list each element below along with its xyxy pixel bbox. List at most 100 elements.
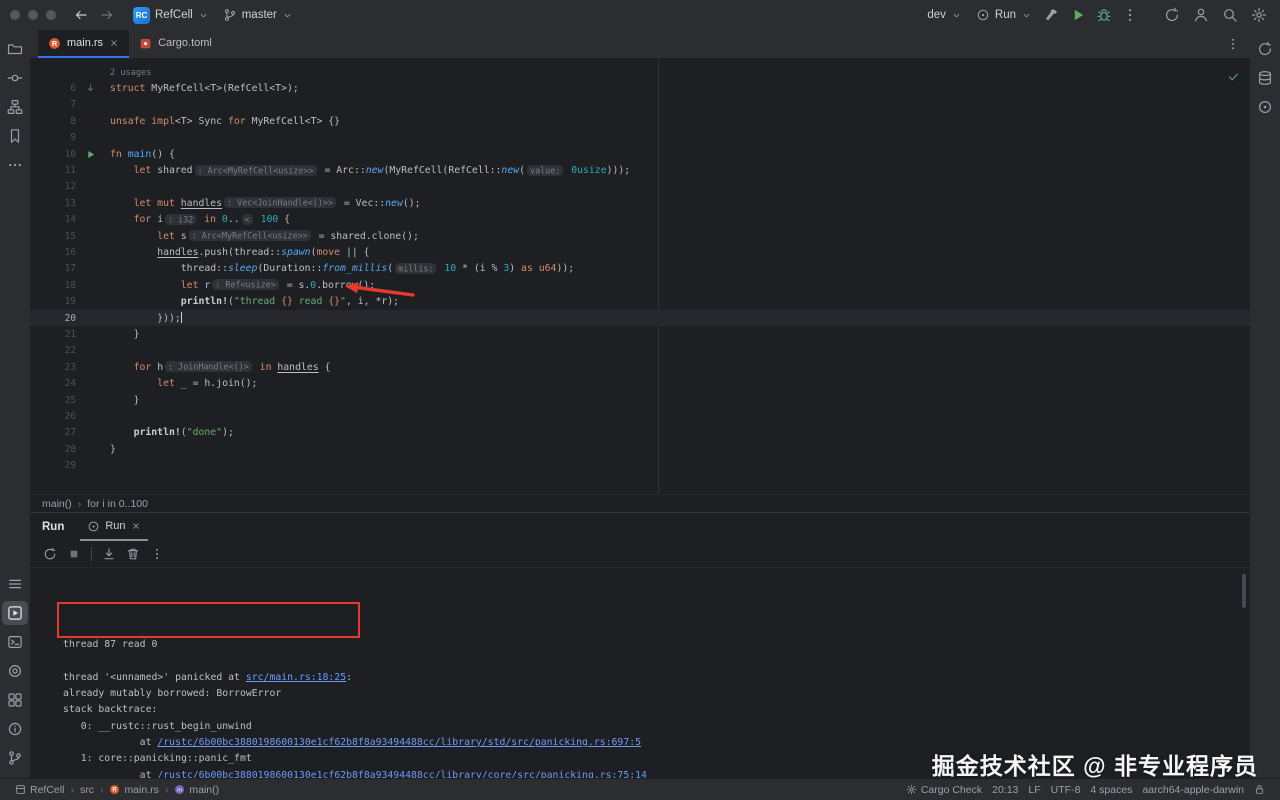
- version-control-tool-icon[interactable]: [2, 746, 28, 770]
- cargo-tool-icon[interactable]: [1252, 37, 1278, 61]
- target-platform-widget[interactable]: aarch64-apple-darwin: [1137, 784, 1249, 796]
- project-widget[interactable]: RC RefCell: [126, 3, 216, 27]
- code-line[interactable]: 18 let r: Ref<usize> = s.0.borrow();: [30, 277, 1250, 293]
- terminal-tool-icon[interactable]: [2, 630, 28, 654]
- more-actions-icon[interactable]: [1117, 3, 1143, 27]
- code-line[interactable]: 6 struct MyRefCell<T>(RefCell<T>);: [30, 80, 1250, 96]
- run-config-selector[interactable]: Run: [969, 3, 1039, 27]
- search-everywhere-icon[interactable]: [1217, 3, 1243, 27]
- code-line[interactable]: 29: [30, 457, 1250, 473]
- code-line[interactable]: 28}: [30, 441, 1250, 457]
- cargo-check-widget[interactable]: Cargo Check: [901, 784, 987, 796]
- code-line[interactable]: 27 println!("done");: [30, 425, 1250, 441]
- code-line[interactable]: 22: [30, 343, 1250, 359]
- code-text: 2 usages: [110, 67, 152, 78]
- code-line[interactable]: 15 let s: Arc<MyRefCell<usize>> = shared…: [30, 228, 1250, 244]
- close-run-tab-icon[interactable]: [131, 521, 141, 531]
- run-panel-title[interactable]: Run: [42, 521, 64, 533]
- code-line[interactable]: 11 let shared: Arc<MyRefCell<usize>> = A…: [30, 162, 1250, 178]
- run-button-icon[interactable]: [1065, 3, 1091, 27]
- bookmarks-tool-icon[interactable]: [2, 124, 28, 148]
- code-line[interactable]: 20 }));: [30, 309, 1250, 327]
- code-line[interactable]: 7: [30, 97, 1250, 113]
- dev-label: dev: [927, 9, 946, 21]
- settings-sync-icon[interactable]: [1159, 3, 1185, 27]
- build-icon[interactable]: [1039, 3, 1065, 27]
- database-tool-icon[interactable]: [1252, 66, 1278, 90]
- code-line[interactable]: 12: [30, 179, 1250, 195]
- back-icon[interactable]: [68, 3, 94, 27]
- code-line[interactable]: 10 fn main() {: [30, 146, 1250, 162]
- impl-gutter-icon[interactable]: [76, 83, 110, 94]
- nav-main-[interactable]: m main(): [169, 784, 224, 796]
- forward-icon[interactable]: [94, 3, 120, 27]
- run-tab[interactable]: Run: [80, 513, 148, 541]
- line-number: 28: [64, 443, 76, 455]
- code-line[interactable]: 9: [30, 130, 1250, 146]
- vcs-widget[interactable]: master: [216, 3, 300, 27]
- code-text: for i: i32 in 0.. < 100 {: [133, 213, 291, 226]
- stop-icon[interactable]: [62, 543, 86, 565]
- console-scrollbar[interactable]: [1242, 574, 1246, 608]
- settings-icon[interactable]: [1246, 3, 1272, 27]
- console-link[interactable]: /rustc/6b00bc3880198600130e1cf62b8f8a934…: [157, 737, 641, 748]
- code-line[interactable]: 16 handles.push(thread::spawn(move || {: [30, 244, 1250, 260]
- project-tool-icon[interactable]: [2, 37, 28, 61]
- breadcrumb-item[interactable]: main(): [42, 498, 72, 510]
- run-panel-header: Run Run: [30, 513, 1250, 541]
- breadcrumb-item[interactable]: for i in 0..100: [87, 498, 148, 510]
- structure-tool-icon[interactable]: [2, 95, 28, 119]
- window-zoom-button[interactable]: [46, 10, 56, 20]
- line-ending-widget[interactable]: LF: [1023, 784, 1045, 796]
- console-link[interactable]: src/main.rs:18:25: [246, 672, 346, 683]
- problems-tool-icon[interactable]: [2, 717, 28, 741]
- tab-Cargo.toml[interactable]: Cargo.toml: [129, 30, 222, 58]
- code-line[interactable]: 17 thread::sleep(Duration::from_millis(m…: [30, 261, 1250, 277]
- line-number: 27: [64, 427, 76, 439]
- code-line[interactable]: 21 }: [30, 326, 1250, 342]
- clear-all-icon[interactable]: [121, 543, 145, 565]
- todo-tool-icon[interactable]: [2, 572, 28, 596]
- more-options-icon[interactable]: [145, 543, 169, 565]
- line-number: 13: [64, 197, 76, 209]
- code-line[interactable]: 23 for h: JoinHandle<()> in handles {: [30, 359, 1250, 375]
- indent-widget[interactable]: 4 spaces: [1085, 784, 1137, 796]
- scroll-to-end-icon[interactable]: [97, 543, 121, 565]
- rerun-icon[interactable]: [38, 543, 62, 565]
- run-gutter-icon[interactable]: [76, 149, 110, 160]
- ai-assistant-tool-icon[interactable]: [1252, 95, 1278, 119]
- code-line[interactable]: 13 let mut handles: Vec<JoinHandle<()>> …: [30, 195, 1250, 211]
- code-line[interactable]: 2 usages: [30, 64, 1250, 80]
- code-with-me-icon[interactable]: [1188, 3, 1214, 27]
- tab-options-icon[interactable]: [1220, 32, 1246, 56]
- debug-button-icon[interactable]: [1091, 3, 1117, 27]
- code-line[interactable]: 24 let _ = h.join();: [30, 375, 1250, 391]
- lock-icon: [1254, 784, 1265, 795]
- code-line[interactable]: 26: [30, 408, 1250, 424]
- nav-separator: ›: [99, 783, 104, 796]
- code-line[interactable]: 8 unsafe impl<T> Sync for MyRefCell<T> {}: [30, 113, 1250, 129]
- window-close-button[interactable]: [10, 10, 20, 20]
- run-tool-icon[interactable]: [2, 601, 28, 625]
- coverage-tool-icon[interactable]: [2, 659, 28, 683]
- commit-tool-icon[interactable]: [2, 66, 28, 90]
- encoding-widget[interactable]: UTF-8: [1046, 784, 1086, 796]
- chevron-down-icon: [951, 10, 962, 21]
- tab-main.rs[interactable]: Rmain.rs: [38, 30, 130, 58]
- code-line[interactable]: 25 }: [30, 392, 1250, 408]
- lock-widget[interactable]: [1249, 784, 1270, 795]
- code-line[interactable]: 19 println!("thread {} read {}", i, *r);: [30, 293, 1250, 309]
- code-editor[interactable]: 2 usages 6 struct MyRefCell<T>(RefCell<T>)…: [30, 58, 1250, 494]
- window-minimize-button[interactable]: [28, 10, 38, 20]
- nav-refcell[interactable]: RefCell: [10, 784, 69, 796]
- console-link[interactable]: /rustc/6b00bc3880198600130e1cf62b8f8a934…: [157, 770, 647, 778]
- nav-src[interactable]: src: [75, 784, 99, 796]
- more-tools-icon[interactable]: [2, 153, 28, 177]
- dev-selector[interactable]: dev: [920, 3, 969, 27]
- nav-main-rs[interactable]: Rmain.rs: [104, 784, 163, 796]
- services-tool-icon[interactable]: [2, 688, 28, 712]
- caret-position-widget[interactable]: 20:13: [987, 784, 1023, 796]
- inspections-ok-icon[interactable]: [1227, 70, 1240, 83]
- code-line[interactable]: 14 for i: i32 in 0.. < 100 {: [30, 212, 1250, 228]
- close-tab-icon[interactable]: [109, 38, 119, 48]
